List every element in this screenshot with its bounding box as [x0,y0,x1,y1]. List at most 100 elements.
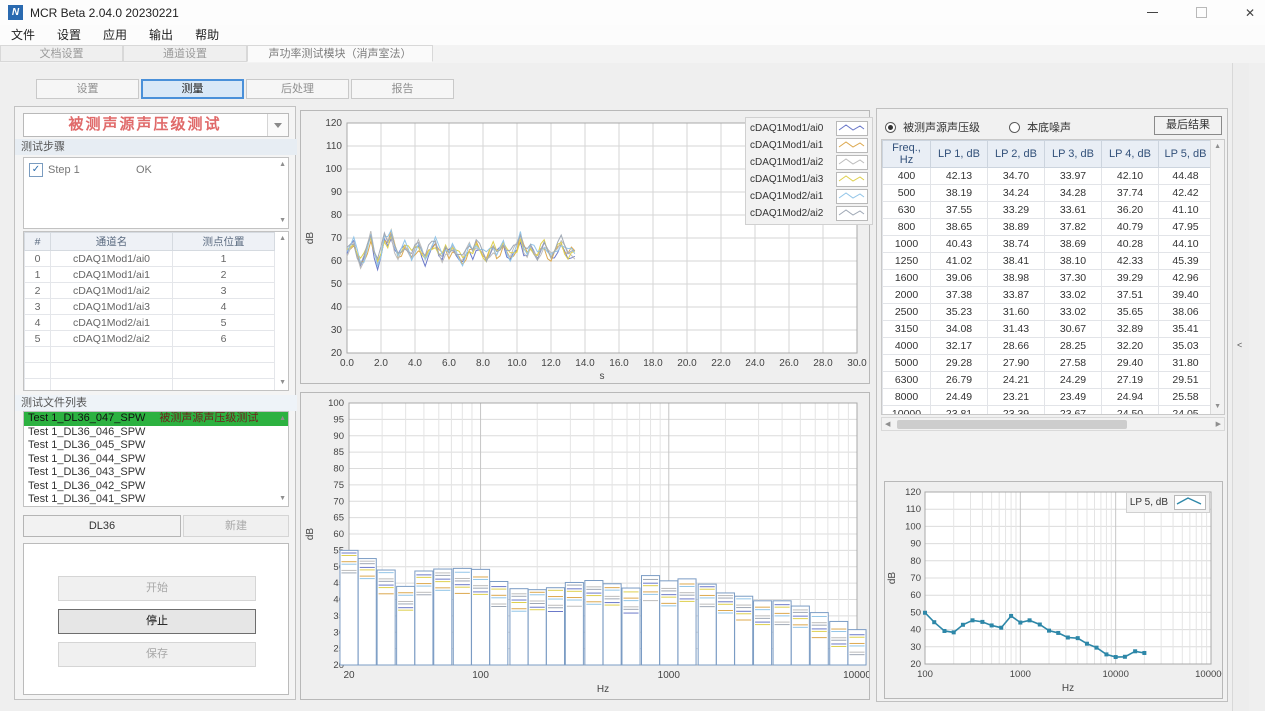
table-row[interactable]: 80038.6538.8937.8240.7947.95 [883,219,1213,236]
expand-panel-icon[interactable]: < [1237,340,1242,350]
svg-text:50: 50 [331,279,343,290]
dl36-button[interactable]: DL36 [23,515,181,537]
legend-entry[interactable]: cDAQ1Mod1/ai2 [750,154,868,171]
final-result-button[interactable]: 最后结果 [1154,116,1222,135]
file-list-item[interactable]: Test 1_DL36_045_SPW [24,439,288,453]
new-file-button[interactable]: 新建 [183,515,289,537]
stop-button[interactable]: 停止 [58,609,256,634]
table-row[interactable]: 63037.5533.2933.6136.2041.10 [883,202,1213,219]
maximize-button[interactable] [1196,7,1207,18]
table-row[interactable]: 1000023.8123.3923.6724.5024.05 [883,406,1213,416]
table-row[interactable]: 630026.7924.2124.2927.1929.51 [883,372,1213,389]
legend-label: cDAQ1Mod1/ai3 [750,174,823,185]
menu-item-4[interactable]: 帮助 [184,25,230,45]
svg-text:2.0: 2.0 [374,358,388,369]
svg-text:28.0: 28.0 [813,358,833,369]
table-row[interactable]: 125041.0238.4138.1042.3345.39 [883,253,1213,270]
scroll-down-icon[interactable]: ▼ [279,379,286,387]
table-row[interactable]: 50038.1934.2434.2837.7442.42 [883,185,1213,202]
step-name[interactable]: Step 1 [48,164,80,176]
menu-item-3[interactable]: 输出 [138,25,184,45]
svg-text:110: 110 [906,504,921,515]
start-button[interactable]: 开始 [58,576,256,601]
svg-text:100: 100 [325,164,342,175]
radio-source-pressure[interactable]: 被测声源声压级 [885,119,980,135]
sub-tab-0[interactable]: 设置 [36,79,139,99]
side-panel-strip: < [1232,63,1249,711]
test-file-list: ▲ ▼ Test 1_DL36_047_SPW被测声源声压级测试Test 1_D… [23,411,289,507]
scroll-up-icon[interactable]: ▲ [279,161,286,169]
test-type-dropdown[interactable]: 被测声源声压级测试 [23,113,289,137]
table-row[interactable]: 800024.4923.2123.4924.9425.58 [883,389,1213,406]
svg-text:95: 95 [333,414,344,425]
table-horizontal-scrollbar[interactable]: ◀ ▶ [881,417,1225,431]
table-row[interactable]: 3cDAQ1Mod1/ai34 [25,299,275,315]
file-list-item[interactable]: Test 1_DL36_041_SPW [24,493,288,507]
scroll-up-icon[interactable]: ▲ [279,415,286,423]
column-header: 测点位置 [173,233,275,251]
table-row[interactable]: 40042.1334.7033.9742.1044.48 [883,168,1213,185]
sub-tab-1[interactable]: 测量 [141,79,244,99]
main-tab-1[interactable]: 通道设置 [123,45,247,62]
file-list-item[interactable]: Test 1_DL36_043_SPW [24,466,288,480]
scroll-right-icon[interactable]: ▶ [1216,421,1221,429]
channel-table-container: #通道名测点位置0cDAQ1Mod1/ai011cDAQ1Mod1/ai122c… [23,231,289,391]
table-row[interactable]: 500029.2827.9027.5829.4031.80 [883,355,1213,372]
table-row[interactable]: 400032.1728.6628.2532.2035.03 [883,338,1213,355]
step-checkbox[interactable]: ✓ [29,163,43,177]
table-row[interactable]: 1cDAQ1Mod1/ai12 [25,267,275,283]
scroll-down-icon[interactable]: ▼ [1214,403,1221,411]
legend-entry[interactable]: cDAQ1Mod1/ai3 [750,171,868,188]
menu-item-1[interactable]: 设置 [46,25,92,45]
save-button[interactable]: 保存 [58,642,256,667]
svg-text:60: 60 [331,256,343,267]
svg-text:30: 30 [910,642,921,653]
chevron-down-icon[interactable] [267,114,288,136]
legend-entry[interactable]: cDAQ1Mod1/ai1 [750,137,868,154]
sub-tab-2[interactable]: 后处理 [246,79,349,99]
steps-section-label: 测试步骤 [15,139,297,155]
scroll-up-icon[interactable]: ▲ [279,235,286,243]
table-row[interactable]: 2cDAQ1Mod1/ai23 [25,283,275,299]
legend-label: cDAQ1Mod1/ai2 [750,157,823,168]
file-list-item[interactable]: Test 1_DL36_044_SPW [24,453,288,467]
svg-text:80: 80 [910,556,921,567]
table-row[interactable]: 200037.3833.8733.0237.5139.40 [883,287,1213,304]
svg-text:dB: dB [887,572,898,585]
scroll-down-icon[interactable]: ▼ [279,217,286,225]
table-row[interactable]: 315034.0831.4330.6732.8935.41 [883,321,1213,338]
close-button[interactable]: ✕ [1245,7,1255,19]
table-row[interactable]: 250035.2331.6033.0235.6538.06 [883,304,1213,321]
menu-item-2[interactable]: 应用 [92,25,138,45]
results-panel: 被测声源声压级 本底噪声 最后结果 Freq., HzLP 1, dBLP 2,… [876,108,1228,702]
sub-tab-3[interactable]: 报告 [351,79,454,99]
legend-entry[interactable]: cDAQ1Mod1/ai0 [750,120,868,137]
main-tab-2[interactable]: 声功率测试模块（消声室法） [247,45,433,62]
legend-entry[interactable]: cDAQ1Mod2/ai2 [750,205,868,222]
table-row[interactable]: 100040.4338.7438.6940.2844.10 [883,236,1213,253]
file-list-item[interactable]: Test 1_DL36_046_SPW [24,426,288,440]
file-list-item[interactable]: Test 1_DL36_042_SPW [24,480,288,494]
svg-text:70: 70 [331,233,343,244]
legend-swatch [836,138,868,153]
scroll-down-icon[interactable]: ▼ [279,495,286,503]
run-control-box: 开始 停止 保存 [23,543,289,695]
main-tab-0[interactable]: 文档设置 [0,45,123,62]
legend-label: cDAQ1Mod1/ai1 [750,140,823,151]
table-row[interactable]: 160039.0638.9837.3039.2942.96 [883,270,1213,287]
legend-entry[interactable]: cDAQ1Mod2/ai1 [750,188,868,205]
svg-text:75: 75 [333,480,344,491]
radio-background-noise[interactable]: 本底噪声 [1009,119,1071,135]
channel-legend: cDAQ1Mod1/ai0 cDAQ1Mod1/ai1 cDAQ1Mod1/ai2 c… [745,117,873,225]
column-header: LP 4, dB [1102,141,1159,168]
column-header: # [25,233,51,251]
svg-text:4.0: 4.0 [408,358,422,369]
table-row[interactable]: 5cDAQ1Mod2/ai26 [25,331,275,347]
minimize-button[interactable] [1147,12,1158,13]
scroll-up-icon[interactable]: ▲ [1214,143,1221,151]
menu-item-0[interactable]: 文件 [0,25,46,45]
file-list-item-selected[interactable]: Test 1_DL36_047_SPW被测声源声压级测试 [24,412,288,426]
table-vertical-scrollbar[interactable]: ▲ ▼ [1210,140,1224,414]
table-row[interactable]: 4cDAQ1Mod2/ai15 [25,315,275,331]
table-row[interactable]: 0cDAQ1Mod1/ai01 [25,251,275,267]
